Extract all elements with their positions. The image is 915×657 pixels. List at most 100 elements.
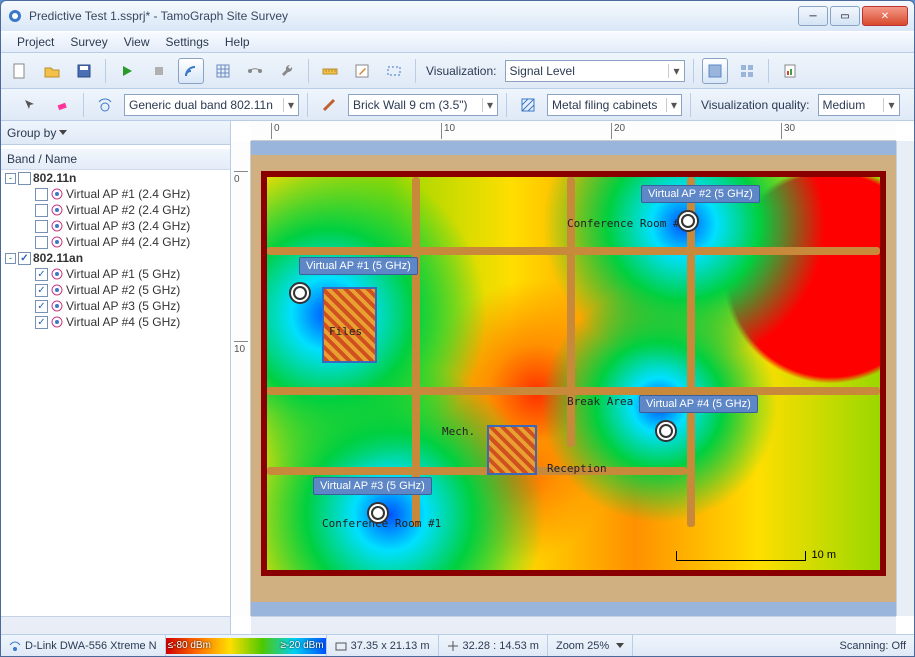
checkbox[interactable] (35, 220, 48, 233)
virtual-ap[interactable] (655, 420, 677, 442)
signal-legend: ≤-80 dBm ≥-20 dBm (166, 638, 326, 654)
menu-view[interactable]: View (116, 33, 158, 51)
status-legend: ≤-80 dBm ≥-20 dBm (166, 635, 327, 656)
room-label: Mech. (442, 425, 475, 438)
virtual-ap[interactable] (367, 502, 389, 524)
vq-combo[interactable]: Medium ▾ (818, 94, 900, 116)
menu-survey[interactable]: Survey (62, 33, 115, 51)
heatmap: Files Conference Room #2 Conference Room… (261, 171, 886, 576)
atten-tool-icon[interactable] (515, 92, 541, 118)
tree-group[interactable]: - ✓ 802.11an (1, 250, 230, 266)
ap-label[interactable]: Virtual AP #3 (5 GHz) (313, 477, 432, 495)
tree-item[interactable]: ✓Virtual AP #3 (5 GHz) (1, 298, 230, 314)
checkbox[interactable] (35, 204, 48, 217)
app-window: Predictive Test 1.ssprj* - TamoGraph Sit… (0, 0, 915, 657)
play-button[interactable] (114, 58, 140, 84)
checkbox[interactable]: ✓ (35, 300, 48, 313)
save-button[interactable] (71, 58, 97, 84)
ap-label[interactable]: Virtual AP #4 (5 GHz) (639, 395, 758, 413)
chevron-down-icon: ▾ (883, 98, 894, 112)
open-button[interactable] (39, 58, 65, 84)
zoom-control[interactable]: Zoom 25% (548, 635, 633, 656)
grid-tool-button[interactable] (210, 58, 236, 84)
titlebar[interactable]: Predictive Test 1.ssprj* - TamoGraph Sit… (1, 1, 914, 31)
checkbox[interactable] (35, 236, 48, 249)
signal-tool-button[interactable] (178, 58, 204, 84)
report-button[interactable] (777, 58, 803, 84)
collapse-icon[interactable]: - (5, 253, 16, 264)
virtual-ap[interactable] (677, 210, 699, 232)
scale-bar: 10 m (676, 543, 836, 561)
menu-project[interactable]: Project (9, 33, 62, 51)
sidebar-scrollbar[interactable] (1, 616, 230, 634)
ap-icon (50, 219, 64, 233)
status-dimensions: 37.35 x 21.13 m (327, 635, 439, 656)
scrollbar-vertical[interactable] (896, 141, 914, 616)
size-icon (335, 640, 347, 652)
menu-help[interactable]: Help (217, 33, 258, 51)
wall-tool-icon[interactable] (316, 92, 342, 118)
visualization-combo[interactable]: Signal Level ▾ (505, 60, 685, 82)
checkbox[interactable]: ✓ (18, 252, 31, 265)
tree-item[interactable]: ✓Virtual AP #1 (5 GHz) (1, 266, 230, 282)
stop-button[interactable] (146, 58, 172, 84)
tree-group[interactable]: - 802.11n (1, 170, 230, 186)
checkbox[interactable]: ✓ (35, 316, 48, 329)
ap-icon (50, 315, 64, 329)
tree-item[interactable]: Virtual AP #3 (2.4 GHz) (1, 218, 230, 234)
map-area: 0 10 20 30 0 10 (231, 121, 914, 634)
wrench-button[interactable] (274, 58, 300, 84)
ap-label[interactable]: Virtual AP #2 (5 GHz) (641, 185, 760, 203)
edit-button[interactable] (349, 58, 375, 84)
ap-tool-icon[interactable] (92, 92, 118, 118)
crosshair-icon (447, 640, 459, 652)
close-button[interactable]: ✕ (862, 6, 908, 26)
link-tool-button[interactable] (242, 58, 268, 84)
visualization-label: Visualization: (424, 64, 499, 78)
scrollbar-horizontal[interactable] (251, 616, 896, 634)
content-area: Group by Band / Name - 802.11n Virtual A… (1, 121, 914, 634)
room-label: Reception (547, 462, 607, 475)
tree-item[interactable]: Virtual AP #4 (2.4 GHz) (1, 234, 230, 250)
minimize-button[interactable]: ─ (798, 6, 828, 26)
ap-model-combo[interactable]: Generic dual band 802.11n ▾ (124, 94, 299, 116)
menu-settings[interactable]: Settings (158, 33, 217, 51)
ap-model-value: Generic dual band 802.11n (129, 98, 279, 112)
ap-icon (50, 267, 64, 281)
checkbox[interactable]: ✓ (35, 284, 48, 297)
tree-item[interactable]: Virtual AP #2 (2.4 GHz) (1, 202, 230, 218)
eraser-tool[interactable] (49, 92, 75, 118)
wall-combo[interactable]: Brick Wall 9 cm (3.5") ▾ (348, 94, 498, 116)
chevron-down-icon (616, 643, 624, 648)
virtual-ap[interactable] (289, 282, 311, 304)
app-icon (7, 8, 23, 24)
view-mode-2-button[interactable] (734, 58, 760, 84)
tree-item[interactable]: ✓Virtual AP #2 (5 GHz) (1, 282, 230, 298)
menubar: Project Survey View Settings Help (1, 31, 914, 53)
attenuation-zone[interactable] (487, 425, 537, 475)
tree-header: Band / Name (1, 149, 230, 170)
checkbox[interactable]: ✓ (35, 268, 48, 281)
chevron-down-icon: ▾ (283, 98, 294, 112)
new-button[interactable] (7, 58, 33, 84)
tree-item[interactable]: ✓Virtual AP #4 (5 GHz) (1, 314, 230, 330)
groupby-button[interactable]: Group by (1, 121, 230, 145)
region-button[interactable] (381, 58, 407, 84)
ruler-button[interactable] (317, 58, 343, 84)
maximize-button[interactable]: ▭ (830, 6, 860, 26)
wifi-icon (9, 640, 21, 652)
tree-item[interactable]: Virtual AP #1 (2.4 GHz) (1, 186, 230, 202)
attenuation-value: Metal filing cabinets (552, 98, 662, 112)
vq-value: Medium (823, 98, 880, 112)
map-canvas[interactable]: Files Conference Room #2 Conference Room… (251, 141, 896, 616)
ap-icon (50, 187, 64, 201)
collapse-icon[interactable]: - (5, 173, 16, 184)
status-cursor: 32.28 : 14.53 m (439, 635, 548, 656)
ap-label[interactable]: Virtual AP #1 (5 GHz) (299, 257, 418, 275)
attenuation-combo[interactable]: Metal filing cabinets ▾ (547, 94, 682, 116)
checkbox[interactable] (35, 188, 48, 201)
ap-tree[interactable]: Band / Name - 802.11n Virtual AP #1 (2.4… (1, 145, 230, 616)
view-mode-1-button[interactable] (702, 58, 728, 84)
checkbox[interactable] (18, 172, 31, 185)
pointer-tool[interactable] (17, 92, 43, 118)
